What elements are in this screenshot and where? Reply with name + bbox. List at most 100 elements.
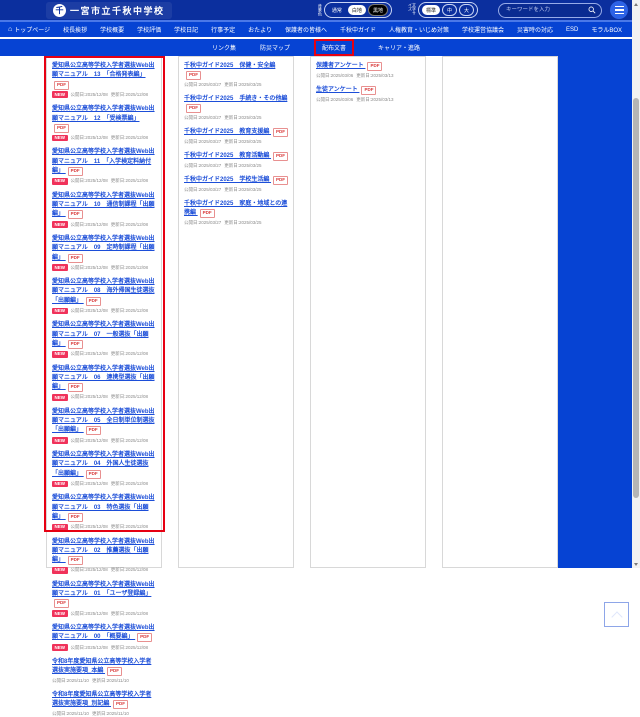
scrollbar-down-arrow[interactable]: [632, 560, 640, 568]
published-date: 公開日:2025/12/08: [70, 91, 108, 97]
triangle-down-icon: [634, 562, 638, 566]
search-input[interactable]: [504, 6, 585, 14]
nav-row1-item[interactable]: 行事予定: [211, 25, 235, 34]
doc-meta: NEW 公開日:2025/12/08 更新日:2025/12/08: [52, 221, 156, 228]
nav-row1-item[interactable]: 人権教育・いじめ対策: [389, 25, 449, 34]
new-badge: NEW: [52, 307, 68, 315]
nav-row1-item[interactable]: 学校評価: [137, 25, 161, 34]
nav-row1-item[interactable]: 学校運営協議会: [462, 25, 504, 34]
document-link[interactable]: 愛知県公立高等学校入学者選抜Web出願マニュアル 08 海外帰国生徒選抜「出願編…: [52, 278, 156, 306]
doc-meta: NEW 公開日:2025/12/08 更新日:2025/12/08: [52, 644, 156, 651]
document-link[interactable]: 令和8年度愛知県公立高等学校入学者選抜実施要項_別記編 PDF: [52, 691, 156, 710]
document-link[interactable]: 愛知県公立高等学校入学者選抜Web出願マニュアル 10 通信制課程「出願編」 P…: [52, 192, 156, 220]
doc-item: 愛知県公立高等学校入学者選抜Web出願マニュアル 07 一般選抜「出願編」 PD…: [52, 321, 156, 358]
pdf-badge: PDF: [367, 62, 383, 71]
published-date: 公開日:2025/12/08: [70, 480, 108, 486]
new-badge: NEW: [52, 644, 68, 651]
document-link[interactable]: 保護者アンケート PDF: [316, 62, 420, 71]
scroll-to-top-button[interactable]: [604, 602, 629, 627]
doc-meta: 公開日:2025/03/27 更新日:2025/03/25: [184, 82, 288, 88]
document-link[interactable]: 千秋中ガイド2025 家庭・地域との連携編 PDF: [184, 200, 288, 219]
nav-row1-item[interactable]: 学校概要: [100, 25, 124, 34]
document-link[interactable]: 愛知県公立高等学校入学者選抜Web出願マニュアル 03 特色選抜「出願編」 PD…: [52, 494, 156, 522]
nav-row1-item[interactable]: ESD: [566, 27, 578, 33]
nav-row1-item[interactable]: ⌂ トップページ: [8, 25, 50, 34]
document-link[interactable]: 千秋中ガイド2025 手続き・その他編 PDF: [184, 95, 288, 114]
pdf-badge: PDF: [67, 340, 83, 349]
scrollbar-up-arrow[interactable]: [632, 0, 640, 8]
font-size-option[interactable]: 大: [458, 4, 474, 16]
search-icon[interactable]: [588, 6, 596, 14]
pdf-badge: PDF: [85, 426, 101, 436]
document-link[interactable]: 千秋中ガイド2025 学校生活編 PDF: [184, 175, 289, 185]
doc-item: 保護者アンケート PDF 公開日:2025/03/06 更新日:2025/03/13: [316, 62, 420, 79]
doc-item: 千秋中ガイド2025 保健・安全編 PDF 公開日:2025/03/27 更新日:2…: [184, 62, 288, 88]
doc-item: 千秋中ガイド2025 手続き・その他編 PDF 公開日:2025/03/27 更新日…: [184, 95, 288, 121]
document-link[interactable]: 愛知県公立高等学校入学者選抜Web出願マニュアル 13 「合格発表編」 PDF: [52, 62, 156, 90]
document-link[interactable]: 愛知県公立高等学校入学者選抜Web出願マニュアル 06 連携型選抜「出願編」 P…: [52, 365, 156, 393]
school-brand[interactable]: 千 一宮市立千秋中学校: [46, 1, 172, 19]
pdf-badge: PDF: [54, 123, 69, 133]
updated-date: 更新日:2025/12/08: [110, 480, 149, 486]
document-link[interactable]: 愛知県公立高等学校入学者選抜Web出願マニュアル 04 外国人生徒選抜「出願編」…: [52, 451, 156, 479]
updated-date: 更新日:2025/12/08: [110, 567, 149, 573]
nav-row1-item[interactable]: 校長挨拶: [63, 25, 87, 34]
nav-item-label: 人権教育・いじめ対策: [388, 28, 449, 34]
doc-meta: 公開日:2025/03/27 更新日:2025/03/25: [184, 163, 288, 169]
pdf-badge: PDF: [67, 383, 83, 393]
font-size-option[interactable]: 標準: [421, 5, 440, 15]
document-link[interactable]: 愛知県公立高等学校入学者選抜Web出願マニュアル 02 推薦選抜「出願編」 PD…: [52, 538, 156, 566]
nav-item-label: 学校運営協議会: [461, 28, 504, 34]
document-link[interactable]: 愛知県公立高等学校入学者選抜Web出願マニュアル 07 一般選抜「出願編」 PD…: [52, 321, 156, 349]
published-date: 公開日:2025/12/08: [70, 178, 108, 184]
doc-meta: 公開日:2025/03/06 更新日:2025/03/13: [316, 73, 420, 79]
doc-item: 愛知県公立高等学校入学者選抜Web出願マニュアル 12 「受検票編」 PDF NE…: [52, 105, 156, 142]
nav-row1-item[interactable]: 学校日記: [174, 25, 198, 34]
pdf-badge: PDF: [107, 667, 123, 677]
pdf-badge: PDF: [186, 71, 201, 81]
nav-row1-item[interactable]: モラルBOX: [591, 25, 622, 34]
nav-row1-item[interactable]: 保護者の皆様へ: [285, 25, 327, 34]
document-link[interactable]: 愛知県公立高等学校入学者選抜Web出願マニュアル 01 「ユーザ登録編」 PDF: [52, 581, 156, 609]
document-link[interactable]: 愛知県公立高等学校入学者選抜Web出願マニュアル 05 全日制単位制選抜「出願編…: [52, 408, 156, 436]
document-link[interactable]: 愛知県公立高等学校入学者選抜Web出願マニュアル 12 「受検票編」 PDF: [52, 105, 156, 133]
school-emblem-icon: 千: [53, 3, 66, 17]
doc-meta: NEW 公開日:2025/12/08 更新日:2025/12/08: [52, 307, 156, 315]
doc-meta: NEW 公開日:2025/12/08 更新日:2025/12/08: [52, 437, 156, 445]
published-date: 公開日:2025/03/06: [316, 72, 354, 78]
chevron-up-icon: [610, 610, 623, 623]
updated-date: 更新日:2025/03/25: [224, 138, 262, 144]
background-color-option[interactable]: 黒地: [367, 4, 388, 16]
document-link[interactable]: 愛知県公立高等学校入学者選抜Web出願マニュアル 00 「概要編」 PDF: [52, 624, 156, 643]
new-badge: NEW: [52, 523, 68, 531]
published-date: 公開日:2025/12/08: [70, 437, 108, 443]
nav-row2-item[interactable]: 配布文書: [314, 39, 355, 56]
background-color-option[interactable]: 白地: [347, 5, 366, 15]
document-link[interactable]: 千秋中ガイド2025 教育支援編 PDF: [184, 128, 289, 138]
nav-row2-item[interactable]: 防災マップ: [260, 43, 290, 52]
nav-row1-item[interactable]: 千秋中ガイド: [340, 25, 376, 34]
new-badge: NEW: [52, 350, 68, 358]
hamburger-menu-button[interactable]: [610, 1, 628, 19]
document-link[interactable]: 生徒アンケート PDF: [316, 85, 420, 95]
doc-item: 愛知県公立高等学校入学者選抜Web出願マニュアル 13 「合格発表編」 PDF N…: [52, 62, 156, 99]
document-link[interactable]: 愛知県公立高等学校入学者選抜Web出願マニュアル 09 定時制課程「出願編」 P…: [52, 235, 156, 263]
document-link[interactable]: 令和8年度愛知県公立高等学校入学者選抜実施要項_本編 PDF: [52, 658, 156, 677]
nav-row2-item[interactable]: キャリア・進路: [378, 43, 420, 52]
doc-meta: 公開日:2025/03/27 更新日:2025/03/25: [184, 187, 288, 193]
doc-meta: NEW 公開日:2025/12/08 更新日:2025/12/08: [52, 610, 156, 618]
document-link[interactable]: 千秋中ガイド2025 保健・安全編 PDF: [184, 62, 288, 81]
nav-row2-item[interactable]: リンク集: [212, 43, 236, 52]
background-color-option[interactable]: 通常: [328, 5, 346, 15]
document-link[interactable]: 愛知県公立高等学校入学者選抜Web出願マニュアル 11 「入学検定料納付編」 P…: [52, 148, 156, 177]
scrollbar-thumb[interactable]: [633, 98, 639, 498]
home-icon: ⌂: [8, 26, 13, 33]
doc-item: 愛知県公立高等学校入学者選抜Web出願マニュアル 05 全日制単位制選抜「出願編…: [52, 408, 156, 445]
nav-row1-item[interactable]: おたより: [248, 25, 272, 34]
document-link[interactable]: 千秋中ガイド2025 教育活動編 PDF: [184, 151, 289, 161]
font-size-option[interactable]: 中: [441, 4, 457, 16]
published-date: 公開日:2025/12/08: [70, 307, 108, 313]
nav-item-label: 保護者の皆様へ: [284, 28, 327, 34]
nav-row1-item[interactable]: 災害時の対応: [517, 25, 553, 34]
vertical-scrollbar[interactable]: [632, 0, 640, 568]
